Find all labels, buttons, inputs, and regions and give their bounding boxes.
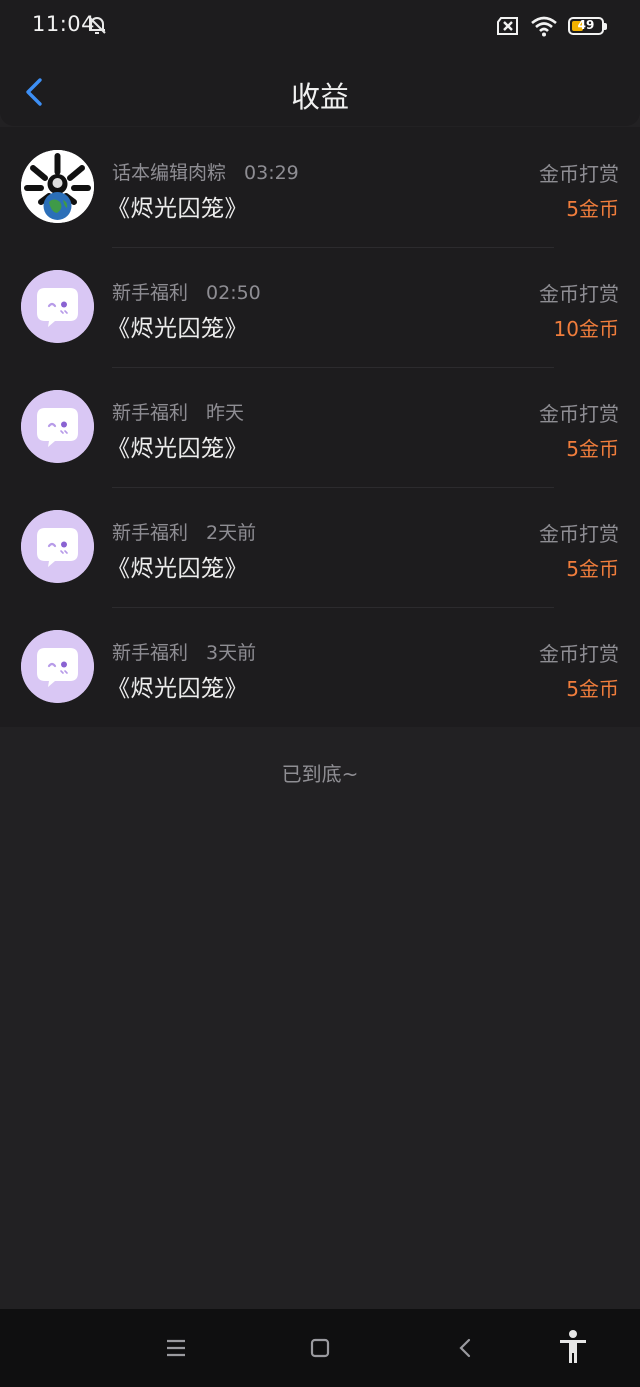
earnings-page: 11:04 49 收益 话本编辑肉粽 03:29 《烬光囚笼》 金币打赏 5金币… [0,0,640,1387]
source-label: 新手福利 [112,522,189,544]
reward-type: 金币打赏 [539,282,619,306]
reward-amount: 5金币 [566,677,619,701]
book-title: 《烬光囚笼》 [107,556,248,582]
item-meta: 新手福利 02:50 [112,278,261,305]
system-nav-bar [0,1309,640,1387]
back-icon[interactable] [451,1333,481,1363]
book-title: 《烬光囚笼》 [107,676,248,702]
reward-amount: 10金币 [553,317,619,341]
list-item[interactable]: 新手福利 3天前 《烬光囚笼》 金币打赏 5金币 [0,607,640,727]
home-icon[interactable] [305,1333,335,1363]
reward-type: 金币打赏 [539,642,619,666]
menu-icon[interactable] [161,1333,191,1363]
wifi-icon [531,16,557,37]
item-meta: 新手福利 2天前 [112,518,256,545]
source-label: 话本编辑肉粽 [112,162,227,184]
end-of-list-text: 已到底~ [281,762,359,786]
earnings-list: 话本编辑肉粽 03:29 《烬光囚笼》 金币打赏 5金币 新手福利 02:50 《烬… [0,127,640,727]
item-meta: 新手福利 3天前 [112,638,256,665]
time-label: 昨天 [206,402,245,424]
item-meta: 话本编辑肉粽 03:29 [112,158,299,185]
source-label: 新手福利 [112,402,189,424]
reward-type: 金币打赏 [539,162,619,186]
book-title: 《烬光囚笼》 [107,436,248,462]
reward-type: 金币打赏 [539,402,619,426]
list-item[interactable]: 新手福利 02:50 《烬光囚笼》 金币打赏 10金币 [0,247,640,367]
book-title: 《烬光囚笼》 [107,196,248,222]
ghost-mascot-avatar[interactable] [21,630,94,703]
reward-type: 金币打赏 [539,522,619,546]
user-avatar[interactable] [21,150,94,223]
time-label: 02:50 [206,282,261,304]
ghost-mascot-avatar[interactable] [21,510,94,583]
battery-level: 49 [577,18,595,32]
list-item[interactable]: 话本编辑肉粽 03:29 《烬光囚笼》 金币打赏 5金币 [0,127,640,247]
time-label: 03:29 [244,162,299,184]
sim-x-icon [497,17,518,35]
list-item[interactable]: 新手福利 2天前 《烬光囚笼》 金币打赏 5金币 [0,487,640,607]
list-item[interactable]: 新手福利 昨天 《烬光囚笼》 金币打赏 5金币 [0,367,640,487]
header-bar: 收益 [0,52,640,126]
reward-amount: 5金币 [566,437,619,461]
page-title: 收益 [290,80,349,114]
time-label: 2天前 [206,522,257,544]
ghost-mascot-avatar[interactable] [21,390,94,463]
reward-amount: 5金币 [566,557,619,581]
status-bar: 11:04 49 [0,0,640,52]
source-label: 新手福利 [112,642,189,664]
battery-icon: 49 [568,17,607,35]
source-label: 新手福利 [112,282,189,304]
reward-amount: 5金币 [566,197,619,221]
time-label: 3天前 [206,642,257,664]
bell-off-icon [88,16,106,34]
accessibility-icon[interactable] [557,1329,589,1365]
book-title: 《烬光囚笼》 [107,316,248,342]
status-icons: 49 [496,14,607,38]
item-meta: 新手福利 昨天 [112,398,244,425]
ghost-mascot-avatar[interactable] [21,270,94,343]
